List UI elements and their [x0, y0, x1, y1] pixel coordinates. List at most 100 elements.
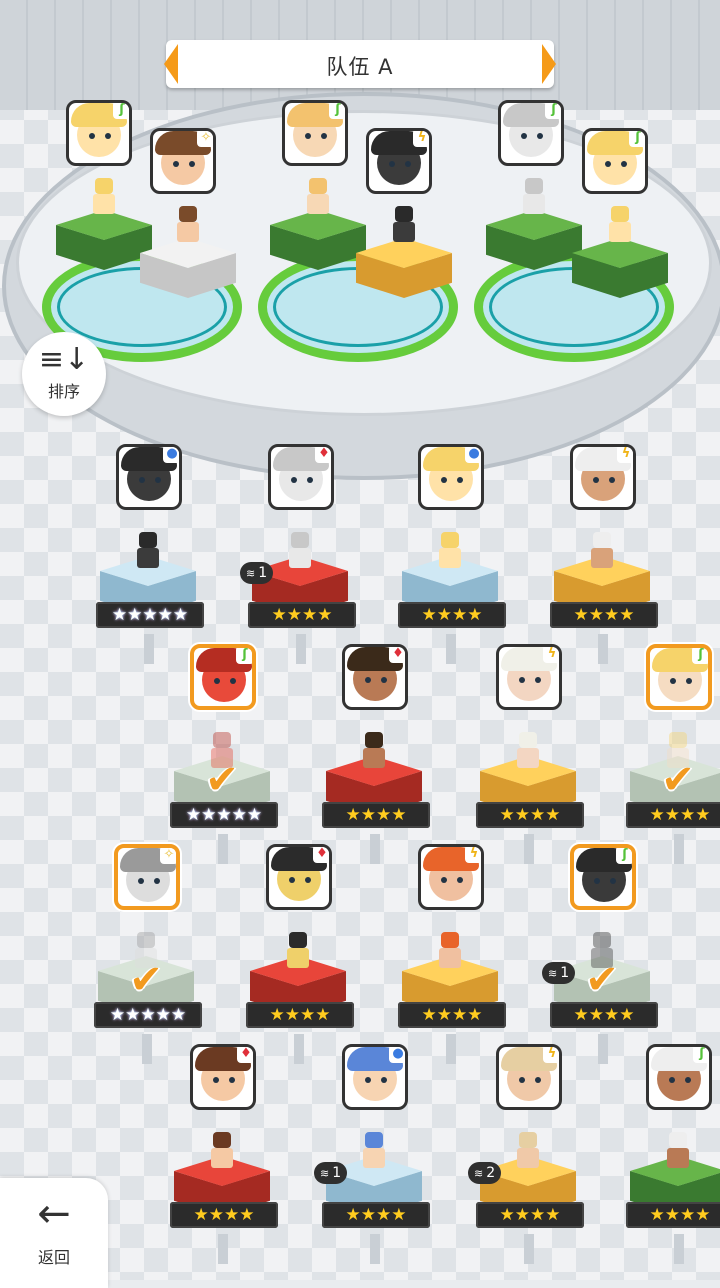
fire-element-icon: ♦: [313, 847, 329, 863]
hero-sprite: [207, 1132, 237, 1170]
hero-eye: [365, 1077, 371, 1083]
water-element-icon: ●: [389, 1047, 405, 1063]
hero-portrait[interactable]: ♦: [268, 444, 334, 510]
stack-icon: ≋: [474, 1167, 484, 1180]
pedestal-pole: [142, 1034, 152, 1064]
team-member-portrait[interactable]: ʃ: [282, 100, 348, 166]
star-rating: ★★★★: [476, 1202, 584, 1228]
hero-eye: [535, 677, 541, 683]
hero-portrait[interactable]: ♦: [266, 844, 332, 910]
leaf-element-icon: ʃ: [545, 103, 561, 119]
hero-portrait[interactable]: ϟ: [570, 444, 636, 510]
pedestal-pole: [218, 1234, 228, 1264]
hero-portrait[interactable]: ϟ: [496, 644, 562, 710]
hero-eye: [154, 878, 160, 884]
leaf-element-icon: ʃ: [616, 848, 632, 864]
hero-eye: [670, 678, 676, 684]
team-member-portrait[interactable]: ✧: [150, 128, 216, 194]
duplicate-count-badge: ≋ 2: [468, 1162, 502, 1184]
team-pedestal: [56, 210, 152, 270]
hero-eye: [593, 477, 599, 483]
star-rating: ★★★★★: [170, 802, 278, 828]
hero-eye: [389, 161, 395, 167]
hero-portrait[interactable]: ●: [342, 1044, 408, 1110]
selected-check-icon: ✔: [661, 757, 695, 803]
leaf-element-icon: ʃ: [693, 1047, 709, 1063]
star-rating: ★★★★: [170, 1202, 278, 1228]
star-rating: ★★★★: [550, 602, 658, 628]
leaf-element-icon: ʃ: [329, 103, 345, 119]
hero-eye: [365, 677, 371, 683]
sort-button[interactable]: ≡↓ 排序: [22, 332, 106, 416]
pedestal-pole: [524, 1234, 534, 1264]
hero-eye: [594, 878, 600, 884]
hero-eye: [321, 133, 327, 139]
hero-portrait[interactable]: ϟ: [496, 1044, 562, 1110]
hero-eye: [173, 161, 179, 167]
duplicate-count-badge: ≋ 1: [240, 562, 274, 584]
water-element-icon: ●: [465, 447, 481, 463]
hero-eye: [105, 133, 111, 139]
team-pedestal: [486, 210, 582, 270]
team-member-portrait[interactable]: ʃ: [582, 128, 648, 194]
duplicate-count: 1: [258, 565, 268, 581]
pedestal-pole: [446, 1034, 456, 1064]
hero-sprite: [133, 532, 163, 570]
hero-portrait[interactable]: ʃ: [570, 844, 636, 910]
hero-eye: [291, 477, 297, 483]
star-rating: ★★★★: [398, 602, 506, 628]
pedestal-pole: [446, 634, 456, 664]
hero-portrait[interactable]: ♦: [342, 644, 408, 710]
pedestal-pole: [296, 634, 306, 664]
hero-portrait[interactable]: ʃ: [646, 1044, 712, 1110]
hero-portrait[interactable]: ●: [116, 444, 182, 510]
duplicate-count-badge: ≋ 1: [542, 962, 576, 984]
leaf-element-icon: ʃ: [113, 103, 129, 119]
back-button[interactable]: ← 返回: [0, 1178, 108, 1288]
star-rating: ★★★★: [550, 1002, 658, 1028]
team-member-portrait[interactable]: ϟ: [366, 128, 432, 194]
back-label: 返回: [37, 1248, 70, 1267]
hero-portrait[interactable]: ♦: [190, 1044, 256, 1110]
star-rating: ★★★★: [246, 1002, 354, 1028]
hero-sprite: [435, 532, 465, 570]
hero-portrait[interactable]: ✧: [114, 844, 180, 910]
fire-element-icon: ♦: [389, 647, 405, 663]
pedestal-pole: [524, 834, 534, 864]
pedestal-pole: [218, 834, 228, 864]
hero-eye: [213, 1077, 219, 1083]
hero-sprite: [519, 178, 549, 216]
selected-check-icon: ✔: [129, 957, 163, 1003]
star-rating: ★★★★: [248, 602, 356, 628]
hero-eye: [139, 477, 145, 483]
pedestal-pole: [674, 834, 684, 864]
hero-eye: [441, 877, 447, 883]
hero-sprite: [605, 206, 635, 244]
hero-eye: [605, 161, 611, 167]
pedestal-pole: [294, 1034, 304, 1064]
hero-sprite: [359, 732, 389, 770]
hero-portrait[interactable]: ●: [418, 444, 484, 510]
hero-eye: [441, 477, 447, 483]
team-member-portrait[interactable]: ʃ: [498, 100, 564, 166]
hero-portrait[interactable]: ϟ: [418, 844, 484, 910]
star-rating: ★★★★★: [96, 602, 204, 628]
team-pedestal: [140, 238, 236, 298]
team-selector[interactable]: 队伍 A: [164, 40, 556, 88]
hero-portrait[interactable]: ʃ: [190, 644, 256, 710]
hero-eye: [519, 677, 525, 683]
hero-eye: [381, 677, 387, 683]
hero-sprite: [303, 178, 333, 216]
hero-eye: [621, 161, 627, 167]
hero-eye: [610, 878, 616, 884]
hero-eye: [535, 1077, 541, 1083]
star-rating: ★★★★: [476, 802, 584, 828]
team-pedestal: [270, 210, 366, 270]
hero-sprite: [389, 206, 419, 244]
hero-eye: [457, 477, 463, 483]
hero-portrait[interactable]: ʃ: [646, 644, 712, 710]
selected-check-icon: ✔: [205, 757, 239, 803]
team-member-portrait[interactable]: ʃ: [66, 100, 132, 166]
team-pedestal: [356, 238, 452, 298]
stack-icon: ≋: [548, 967, 558, 980]
